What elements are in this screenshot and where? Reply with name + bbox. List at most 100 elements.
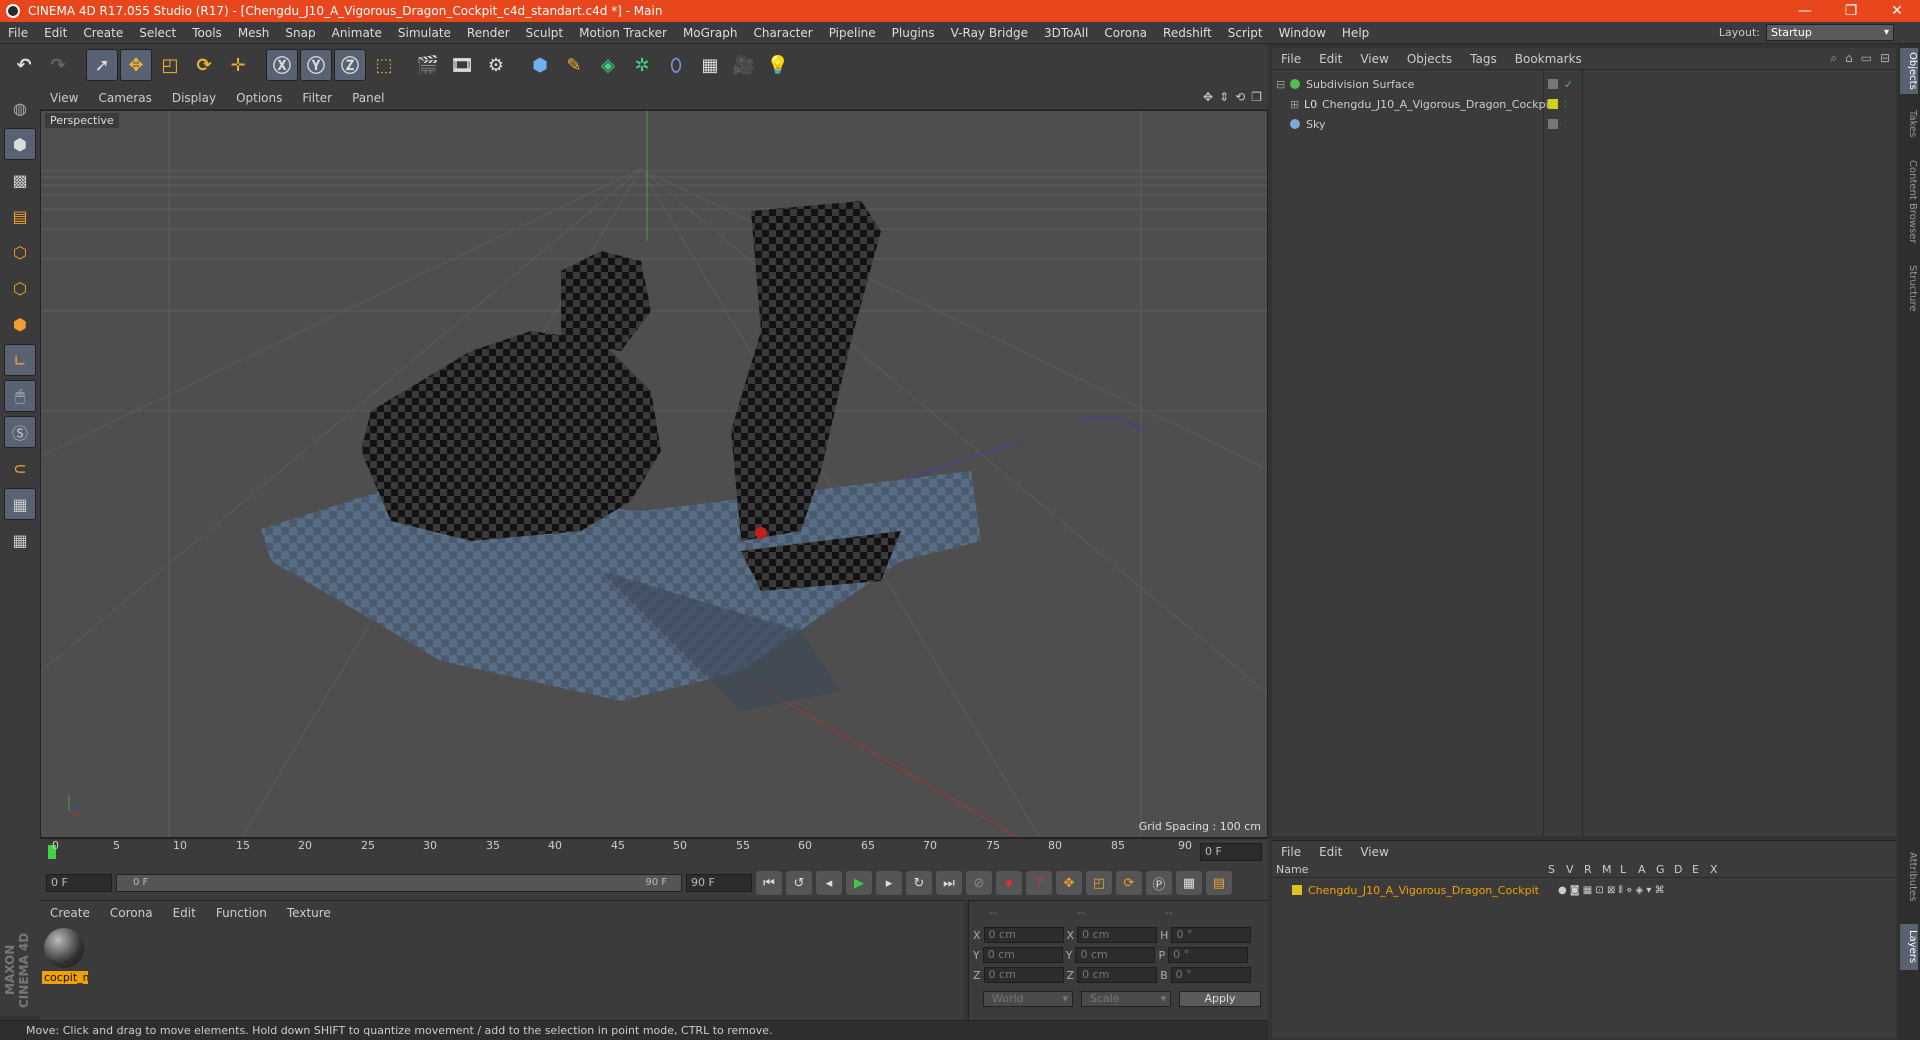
make-editable-icon[interactable]: ◍ [4, 92, 36, 124]
menu-help[interactable]: Help [1334, 26, 1377, 40]
move-tool-icon[interactable]: ✥ [120, 49, 152, 81]
z-axis-lock-icon[interactable]: Ⓩ [334, 49, 366, 81]
rotate-tool-icon[interactable]: ⟳ [188, 49, 220, 81]
render-settings-icon[interactable]: ⚙ [480, 49, 512, 81]
points-mode-icon[interactable]: ⬡ [4, 236, 36, 268]
select-arrow-icon[interactable]: ➚ [86, 49, 118, 81]
material-menu-function[interactable]: Function [206, 906, 277, 920]
tweak-mode-icon[interactable]: 🖱 [4, 380, 36, 412]
render-view-icon[interactable]: 🎬 [412, 49, 444, 81]
viewport-menu-cameras[interactable]: Cameras [88, 91, 161, 105]
cube-object-icon[interactable]: ⬢ [524, 49, 556, 81]
object-menu-file[interactable]: File [1272, 52, 1310, 66]
keyframe-icon[interactable]: ⊘ [966, 871, 992, 895]
viewport-menu-view[interactable]: View [40, 91, 88, 105]
layer-color-icon[interactable] [1548, 99, 1558, 109]
solo-mode-icon[interactable]: Ⓢ [4, 416, 36, 448]
timeline-ruler[interactable]: 0 5 10 15 20 25 30 35 40 45 50 55 60 65 … [40, 838, 1268, 866]
goto-end-icon[interactable]: ⏭ [936, 871, 962, 895]
menu-character[interactable]: Character [745, 26, 820, 40]
zoom-view-icon[interactable]: ⇕ [1219, 90, 1229, 104]
rot-b-field[interactable]: 0 ° [1170, 967, 1251, 983]
expand-icon[interactable]: ⊞ [1290, 98, 1304, 111]
viewport-menu-filter[interactable]: Filter [292, 91, 342, 105]
menu-redshift[interactable]: Redshift [1155, 26, 1220, 40]
apply-button[interactable]: Apply [1179, 991, 1261, 1007]
side-tab-takes[interactable]: Takes [1900, 104, 1918, 144]
undo-icon[interactable]: ↶ [8, 49, 40, 81]
coord-size-mode-dropdown[interactable]: Scale [1081, 991, 1171, 1007]
visibility-dots-icon[interactable]: ⁚ [1564, 100, 1567, 109]
menu-sculpt[interactable]: Sculpt [518, 26, 571, 40]
end-frame-field[interactable]: 90 F [686, 874, 752, 892]
material-menu-corona[interactable]: Corona [100, 906, 163, 920]
menu-plugins[interactable]: Plugins [884, 26, 943, 40]
texture-mode-icon[interactable]: ▩ [4, 164, 36, 196]
rotate-view-icon[interactable]: ⟲ [1235, 90, 1245, 104]
viewport-menu-options[interactable]: Options [226, 91, 292, 105]
next-frame-icon[interactable]: ▸ [876, 871, 902, 895]
minimize-button[interactable]: — [1782, 3, 1828, 19]
start-frame-field[interactable]: 0 F [46, 874, 112, 892]
side-tab-layers[interactable]: Layers [1900, 924, 1918, 970]
menu-vray-bridge[interactable]: V-Ray Bridge [943, 26, 1036, 40]
range-slider[interactable]: 0 F 90 F [116, 874, 682, 892]
material-menu-texture[interactable]: Texture [277, 906, 341, 920]
render-picture-viewer-icon[interactable]: 🎞 [446, 49, 478, 81]
pan-view-icon[interactable]: ✥ [1203, 90, 1213, 104]
layer-color-swatch[interactable] [1292, 885, 1302, 895]
perspective-viewport[interactable]: Perspective Grid Spacing : 100 cm [40, 110, 1268, 838]
expand-icon[interactable]: ⊟ [1276, 78, 1290, 91]
menu-simulate[interactable]: Simulate [390, 26, 459, 40]
menu-tools[interactable]: Tools [184, 26, 230, 40]
display-tag-icon[interactable] [1548, 79, 1558, 89]
object-menu-tags[interactable]: Tags [1461, 52, 1506, 66]
object-menu-bookmarks[interactable]: Bookmarks [1506, 52, 1591, 66]
object-name[interactable]: Chengdu_J10_A_Vigorous_Dragon_Cockpit [1322, 98, 1553, 111]
menu-mograph[interactable]: MoGraph [675, 26, 746, 40]
material-menu-edit[interactable]: Edit [163, 906, 206, 920]
menu-select[interactable]: Select [131, 26, 184, 40]
menu-motion-tracker[interactable]: Motion Tracker [571, 26, 675, 40]
menu-window[interactable]: Window [1271, 26, 1334, 40]
pos-y-field[interactable]: 0 cm [982, 947, 1063, 963]
rot-p-field[interactable]: 0 ° [1168, 947, 1249, 963]
object-row[interactable]: Sky ⁚ [1272, 114, 1896, 134]
light-icon[interactable]: 💡 [762, 49, 794, 81]
material-name[interactable]: cocpit_m [42, 971, 88, 984]
array-icon[interactable]: ✲ [626, 49, 658, 81]
model-mode-icon[interactable]: ⬢ [4, 128, 36, 160]
axis-mode-icon[interactable]: ∟ [4, 344, 36, 376]
material-swatch[interactable] [44, 928, 84, 968]
transform-tool-icon[interactable]: ✛ [222, 49, 254, 81]
menu-3dtoall[interactable]: 3DToAll [1036, 26, 1096, 40]
menu-corona[interactable]: Corona [1096, 26, 1155, 40]
prev-key-icon[interactable]: ↺ [786, 871, 812, 895]
layer-menu-file[interactable]: File [1272, 845, 1310, 859]
side-tab-content-browser[interactable]: Content Browser [1900, 154, 1918, 250]
key-position-icon[interactable]: ✥ [1056, 871, 1082, 895]
side-tab-objects[interactable]: Objects [1900, 48, 1918, 94]
close-button[interactable]: ✕ [1874, 3, 1920, 19]
size-x-field[interactable]: 0 cm [1077, 927, 1158, 943]
redo-icon[interactable]: ↷ [42, 49, 74, 81]
y-axis-lock-icon[interactable]: Ⓨ [300, 49, 332, 81]
menu-snap[interactable]: Snap [277, 26, 323, 40]
snap-magnet-icon[interactable]: ⊂ [4, 452, 36, 484]
home-icon[interactable]: ⌂ [1845, 51, 1853, 66]
polygons-mode-icon[interactable]: ⬢ [4, 308, 36, 340]
restore-button[interactable]: ❐ [1828, 3, 1874, 19]
pos-x-field[interactable]: 0 cm [983, 927, 1064, 943]
size-z-field[interactable]: 0 cm [1077, 967, 1158, 983]
x-axis-lock-icon[interactable]: Ⓧ [266, 49, 298, 81]
menu-pipeline[interactable]: Pipeline [821, 26, 884, 40]
record-icon[interactable]: ⏺ [996, 871, 1022, 895]
layer-row[interactable]: Chengdu_J10_A_Vigorous_Dragon_Cockpit ● … [1272, 880, 1896, 900]
key-pla-icon[interactable]: ▦ [1176, 871, 1202, 895]
display-tag-icon[interactable] [1548, 119, 1558, 129]
goto-start-icon[interactable]: ⏮ [756, 871, 782, 895]
edges-mode-icon[interactable]: ⬡ [4, 272, 36, 304]
maximize-view-icon[interactable]: ❐ [1251, 90, 1262, 104]
object-menu-objects[interactable]: Objects [1398, 52, 1461, 66]
workplane-mode-icon[interactable]: ▤ [4, 200, 36, 232]
